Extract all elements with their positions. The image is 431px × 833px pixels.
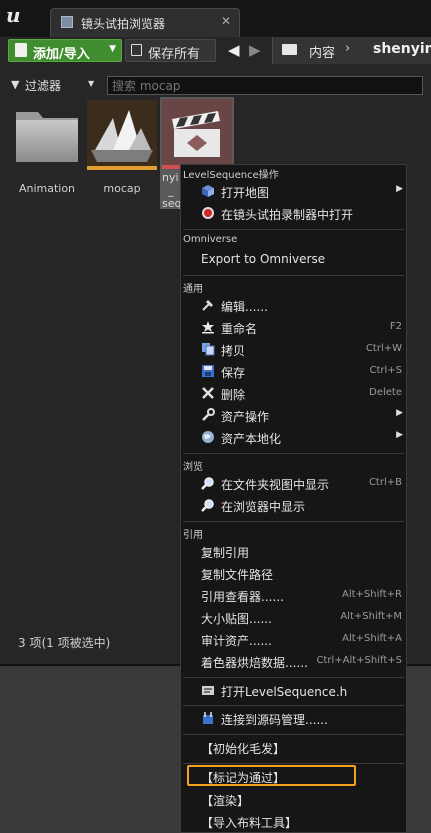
asset-animation-folder[interactable]: [12, 100, 82, 173]
menu-separator: [183, 275, 404, 276]
menu-item-show-in-folder[interactable]: 在文件夹视图中显示 Ctrl+B: [181, 473, 406, 495]
folder-icon: [16, 112, 78, 162]
copy-icon: [202, 343, 215, 356]
context-menu: LevelSequence操作 打开地图 ▶ 在镜头试拍录制器中打开 Omniv…: [180, 164, 407, 833]
menu-separator: [183, 734, 404, 735]
chevron-down-icon: ▼: [109, 44, 116, 54]
breadcrumb-current[interactable]: shenyinw: [373, 41, 431, 57]
menu-item-reference-viewer[interactable]: 引用查看器...... Alt+Shift+R: [181, 585, 406, 607]
search-input[interactable]: [107, 76, 423, 95]
source-control-icon: [203, 712, 213, 724]
menu-item-shader-cook-data[interactable]: 着色器烘焙数据...... Ctrl+Alt+Shift+S: [181, 651, 406, 673]
magnifier-icon: [201, 477, 214, 490]
rename-icon: [202, 321, 214, 334]
add-file-icon: [15, 43, 27, 57]
section-common: 通用: [183, 284, 203, 295]
record-icon: [202, 207, 214, 219]
section-reference: 引用: [183, 530, 203, 541]
asset-label-mocap: mocap: [103, 182, 141, 195]
breadcrumb: 内容 › shenyinw: [272, 37, 431, 64]
menu-item-save[interactable]: 保存 Ctrl+S: [181, 361, 406, 383]
menu-separator: [183, 677, 404, 678]
menu-item-init-hair[interactable]: 【初始化毛发】: [181, 737, 406, 759]
browser-icon: [61, 16, 73, 28]
mocap-folder-icon: [87, 100, 157, 170]
title-bar: u 镜头试拍浏览器 ✕: [0, 0, 431, 37]
menu-item-edit[interactable]: 编辑......: [181, 295, 406, 317]
menu-separator: [183, 763, 404, 764]
menu-item-render[interactable]: 【渲染】: [181, 789, 406, 811]
asset-label-sequence: nyi _ seq: [162, 171, 182, 210]
section-browse: 浏览: [183, 462, 203, 473]
menu-item-connect-source-control[interactable]: 连接到源码管理......: [181, 708, 406, 730]
menu-item-export-omniverse[interactable]: Export to Omniverse: [181, 249, 406, 271]
filter-icon: ▼: [11, 78, 20, 91]
tab-take-recorder-browser[interactable]: 镜头试拍浏览器 ✕: [50, 8, 240, 37]
filter-label: 过滤器: [25, 79, 62, 93]
section-omniverse: Omniverse: [183, 234, 238, 245]
add-import-label: 添加/导入: [33, 47, 90, 62]
save-icon: [202, 365, 214, 377]
tab-label: 镜头试拍浏览器: [81, 17, 166, 31]
filter-bar: ▼ 过滤器 ▼: [0, 75, 431, 97]
close-icon[interactable]: ✕: [221, 14, 231, 28]
wrench-icon: [202, 408, 215, 421]
unreal-logo-icon: u: [6, 3, 21, 27]
highlight-box: [187, 765, 356, 786]
menu-item-copy-file-path[interactable]: 复制文件路径: [181, 563, 406, 585]
magnifier-icon: [201, 499, 214, 512]
folder-icon: [282, 44, 297, 55]
menu-item-audit-assets[interactable]: 审计资产...... Alt+Shift+A: [181, 629, 406, 651]
forward-arrow-icon[interactable]: ▶: [249, 41, 261, 59]
globe-icon: [202, 431, 214, 443]
back-arrow-icon[interactable]: ◀: [228, 41, 240, 59]
menu-item-open-in-recorder[interactable]: 在镜头试拍录制器中打开: [181, 203, 406, 225]
toolbar: 添加/导入 ▼ 保存所有 ◀ ▶ 内容 › shenyinw: [0, 37, 431, 65]
menu-separator: [183, 229, 404, 230]
menu-item-copy-reference[interactable]: 复制引用: [181, 541, 406, 563]
menu-item-open-header[interactable]: 打开LevelSequence.h: [181, 680, 406, 702]
asset-mocap-folder[interactable]: [87, 100, 157, 173]
menu-item-asset-actions[interactable]: 资产操作 ▶: [181, 405, 406, 427]
menu-item-import-cloth[interactable]: 【导入布料工具】: [181, 811, 406, 833]
section-level-sequence: LevelSequence操作: [183, 170, 279, 181]
menu-separator: [183, 453, 404, 454]
menu-item-size-map[interactable]: 大小贴图...... Alt+Shift+M: [181, 607, 406, 629]
save-all-label: 保存所有: [148, 47, 201, 62]
filter-button[interactable]: ▼ 过滤器 ▼: [8, 76, 100, 95]
menu-item-asset-localize[interactable]: 资产本地化 ▶: [181, 427, 406, 449]
item-count-status: 3 项(1 项被选中): [18, 636, 111, 650]
breadcrumb-content[interactable]: 内容: [309, 42, 335, 61]
menu-item-copy[interactable]: 拷贝 Ctrl+W: [181, 339, 406, 361]
code-file-icon: [202, 686, 214, 695]
submenu-arrow-icon: ▶: [396, 184, 403, 194]
add-import-button[interactable]: 添加/导入 ▼: [8, 39, 122, 62]
submenu-arrow-icon: ▶: [396, 408, 403, 418]
save-all-button[interactable]: 保存所有: [125, 39, 216, 62]
menu-item-rename[interactable]: 重命名 F2: [181, 317, 406, 339]
submenu-arrow-icon: ▶: [396, 430, 403, 440]
chevron-down-icon: ▼: [88, 79, 95, 88]
menu-item-show-in-browser[interactable]: 在浏览器中显示: [181, 495, 406, 517]
menu-item-delete[interactable]: 删除 Delete: [181, 383, 406, 405]
map-icon: [202, 185, 214, 197]
level-sequence-icon: [162, 99, 232, 169]
hammer-icon: [202, 300, 213, 311]
save-icon: [131, 44, 142, 56]
menu-item-open-map[interactable]: 打开地图 ▶: [181, 181, 406, 203]
menu-separator: [183, 521, 404, 522]
menu-separator: [183, 705, 404, 706]
breadcrumb-separator[interactable]: ›: [345, 41, 350, 56]
delete-icon: [202, 387, 214, 399]
